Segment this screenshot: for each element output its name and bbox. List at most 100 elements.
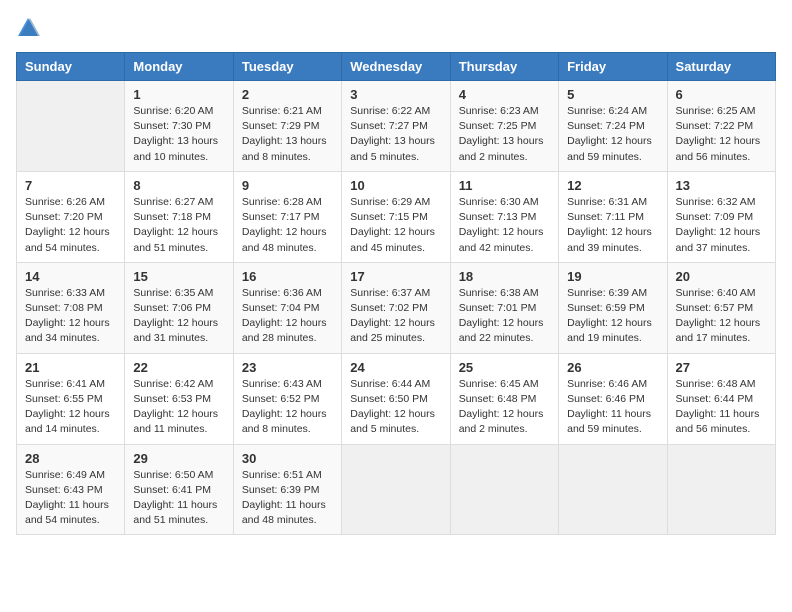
day-info: Sunrise: 6:30 AMSunset: 7:13 PMDaylight:… <box>459 195 550 256</box>
day-number: 4 <box>459 87 550 102</box>
day-number: 18 <box>459 269 550 284</box>
header-sunday: Sunday <box>17 53 125 81</box>
day-info: Sunrise: 6:37 AMSunset: 7:02 PMDaylight:… <box>350 286 441 347</box>
calendar-cell: 1 Sunrise: 6:20 AMSunset: 7:30 PMDaylight… <box>125 81 233 172</box>
day-info: Sunrise: 6:51 AMSunset: 6:39 PMDaylight:… <box>242 468 333 529</box>
day-info: Sunrise: 6:27 AMSunset: 7:18 PMDaylight:… <box>133 195 224 256</box>
day-info: Sunrise: 6:26 AMSunset: 7:20 PMDaylight:… <box>25 195 116 256</box>
calendar-cell: 7Sunrise: 6:26 AMSunset: 7:20 PMDaylight… <box>17 171 125 262</box>
calendar-cell <box>17 81 125 172</box>
week-row-2: 7Sunrise: 6:26 AMSunset: 7:20 PMDaylight… <box>17 171 776 262</box>
header-saturday: Saturday <box>667 53 775 81</box>
calendar-cell: 20Sunrise: 6:40 AMSunset: 6:57 PMDayligh… <box>667 262 775 353</box>
calendar-cell: 22 Sunrise: 6:42 AMSunset: 6:53 PMDayligh… <box>125 353 233 444</box>
logo-icon <box>16 16 40 40</box>
calendar-cell <box>667 444 775 535</box>
calendar-cell: 10Sunrise: 6:29 AMSunset: 7:15 PMDayligh… <box>342 171 450 262</box>
calendar-cell: 27 Sunrise: 6:48 AMSunset: 6:44 PMDayligh… <box>667 353 775 444</box>
day-info: Sunrise: 6:41 AMSunset: 6:55 PMDaylight:… <box>25 377 116 438</box>
day-number: 27 <box>676 360 767 375</box>
header-monday: Monday <box>125 53 233 81</box>
calendar-table: SundayMondayTuesdayWednesdayThursdayFrid… <box>16 52 776 535</box>
week-row-3: 14 Sunrise: 6:33 AMSunset: 7:08 PMDayligh… <box>17 262 776 353</box>
calendar-cell: 19 Sunrise: 6:39 AMSunset: 6:59 PMDayligh… <box>559 262 667 353</box>
day-number: 20 <box>676 269 767 284</box>
day-number: 12 <box>567 178 658 193</box>
day-info: Sunrise: 6:25 AMSunset: 7:22 PMDaylight:… <box>676 104 767 165</box>
day-info: Sunrise: 6:33 AMSunset: 7:08 PMDaylight:… <box>25 286 116 347</box>
page-header <box>16 16 776 40</box>
day-info: Sunrise: 6:49 AMSunset: 6:43 PMDaylight:… <box>25 468 116 529</box>
day-info: Sunrise: 6:36 AMSunset: 7:04 PMDaylight:… <box>242 286 333 347</box>
day-number: 29 <box>133 451 224 466</box>
day-number: 19 <box>567 269 658 284</box>
header-tuesday: Tuesday <box>233 53 341 81</box>
day-number: 5 <box>567 87 658 102</box>
calendar-cell: 8 Sunrise: 6:27 AMSunset: 7:18 PMDaylight… <box>125 171 233 262</box>
day-number: 21 <box>25 360 116 375</box>
day-info: Sunrise: 6:50 AMSunset: 6:41 PMDaylight:… <box>133 468 224 529</box>
day-info: Sunrise: 6:42 AMSunset: 6:53 PMDaylight:… <box>133 377 224 438</box>
day-info: Sunrise: 6:28 AMSunset: 7:17 PMDaylight:… <box>242 195 333 256</box>
day-info: Sunrise: 6:38 AMSunset: 7:01 PMDaylight:… <box>459 286 550 347</box>
calendar-cell: 2 Sunrise: 6:21 AMSunset: 7:29 PMDaylight… <box>233 81 341 172</box>
day-number: 16 <box>242 269 333 284</box>
day-number: 11 <box>459 178 550 193</box>
day-info: Sunrise: 6:45 AMSunset: 6:48 PMDaylight:… <box>459 377 550 438</box>
day-info: Sunrise: 6:31 AMSunset: 7:11 PMDaylight:… <box>567 195 658 256</box>
calendar-cell: 5Sunrise: 6:24 AMSunset: 7:24 PMDaylight… <box>559 81 667 172</box>
calendar-cell: 3 Sunrise: 6:22 AMSunset: 7:27 PMDaylight… <box>342 81 450 172</box>
day-number: 14 <box>25 269 116 284</box>
day-info: Sunrise: 6:23 AMSunset: 7:25 PMDaylight:… <box>459 104 550 165</box>
day-info: Sunrise: 6:20 AMSunset: 7:30 PMDaylight:… <box>133 104 224 165</box>
week-row-4: 21 Sunrise: 6:41 AMSunset: 6:55 PMDayligh… <box>17 353 776 444</box>
header-wednesday: Wednesday <box>342 53 450 81</box>
calendar-cell: 11 Sunrise: 6:30 AMSunset: 7:13 PMDayligh… <box>450 171 558 262</box>
day-info: Sunrise: 6:48 AMSunset: 6:44 PMDaylight:… <box>676 377 767 438</box>
day-number: 30 <box>242 451 333 466</box>
calendar-cell <box>559 444 667 535</box>
calendar-cell: 21 Sunrise: 6:41 AMSunset: 6:55 PMDayligh… <box>17 353 125 444</box>
day-number: 6 <box>676 87 767 102</box>
calendar-cell: 14 Sunrise: 6:33 AMSunset: 7:08 PMDayligh… <box>17 262 125 353</box>
day-number: 10 <box>350 178 441 193</box>
day-info: Sunrise: 6:32 AMSunset: 7:09 PMDaylight:… <box>676 195 767 256</box>
logo <box>16 16 44 40</box>
day-number: 28 <box>25 451 116 466</box>
day-number: 2 <box>242 87 333 102</box>
day-number: 22 <box>133 360 224 375</box>
calendar-header-row: SundayMondayTuesdayWednesdayThursdayFrid… <box>17 53 776 81</box>
day-number: 24 <box>350 360 441 375</box>
calendar-cell: 6 Sunrise: 6:25 AMSunset: 7:22 PMDaylight… <box>667 81 775 172</box>
day-number: 9 <box>242 178 333 193</box>
day-number: 8 <box>133 178 224 193</box>
day-number: 13 <box>676 178 767 193</box>
day-info: Sunrise: 6:21 AMSunset: 7:29 PMDaylight:… <box>242 104 333 165</box>
day-number: 3 <box>350 87 441 102</box>
day-number: 26 <box>567 360 658 375</box>
calendar-cell: 30 Sunrise: 6:51 AMSunset: 6:39 PMDayligh… <box>233 444 341 535</box>
day-number: 15 <box>133 269 224 284</box>
calendar-cell: 28 Sunrise: 6:49 AMSunset: 6:43 PMDayligh… <box>17 444 125 535</box>
calendar-cell: 29 Sunrise: 6:50 AMSunset: 6:41 PMDayligh… <box>125 444 233 535</box>
calendar-cell: 24 Sunrise: 6:44 AMSunset: 6:50 PMDayligh… <box>342 353 450 444</box>
header-thursday: Thursday <box>450 53 558 81</box>
calendar-cell: 26Sunrise: 6:46 AMSunset: 6:46 PMDayligh… <box>559 353 667 444</box>
day-number: 1 <box>133 87 224 102</box>
day-info: Sunrise: 6:39 AMSunset: 6:59 PMDaylight:… <box>567 286 658 347</box>
calendar-cell: 16 Sunrise: 6:36 AMSunset: 7:04 PMDayligh… <box>233 262 341 353</box>
day-info: Sunrise: 6:35 AMSunset: 7:06 PMDaylight:… <box>133 286 224 347</box>
calendar-cell: 12 Sunrise: 6:31 AMSunset: 7:11 PMDayligh… <box>559 171 667 262</box>
calendar-cell: 25Sunrise: 6:45 AMSunset: 6:48 PMDayligh… <box>450 353 558 444</box>
calendar-cell <box>450 444 558 535</box>
calendar-cell: 18 Sunrise: 6:38 AMSunset: 7:01 PMDayligh… <box>450 262 558 353</box>
calendar-cell: 9 Sunrise: 6:28 AMSunset: 7:17 PMDaylight… <box>233 171 341 262</box>
day-number: 23 <box>242 360 333 375</box>
calendar-cell: 23 Sunrise: 6:43 AMSunset: 6:52 PMDayligh… <box>233 353 341 444</box>
calendar-cell: 13 Sunrise: 6:32 AMSunset: 7:09 PMDayligh… <box>667 171 775 262</box>
day-info: Sunrise: 6:44 AMSunset: 6:50 PMDaylight:… <box>350 377 441 438</box>
day-info: Sunrise: 6:22 AMSunset: 7:27 PMDaylight:… <box>350 104 441 165</box>
day-info: Sunrise: 6:43 AMSunset: 6:52 PMDaylight:… <box>242 377 333 438</box>
header-friday: Friday <box>559 53 667 81</box>
calendar-cell: 17Sunrise: 6:37 AMSunset: 7:02 PMDayligh… <box>342 262 450 353</box>
